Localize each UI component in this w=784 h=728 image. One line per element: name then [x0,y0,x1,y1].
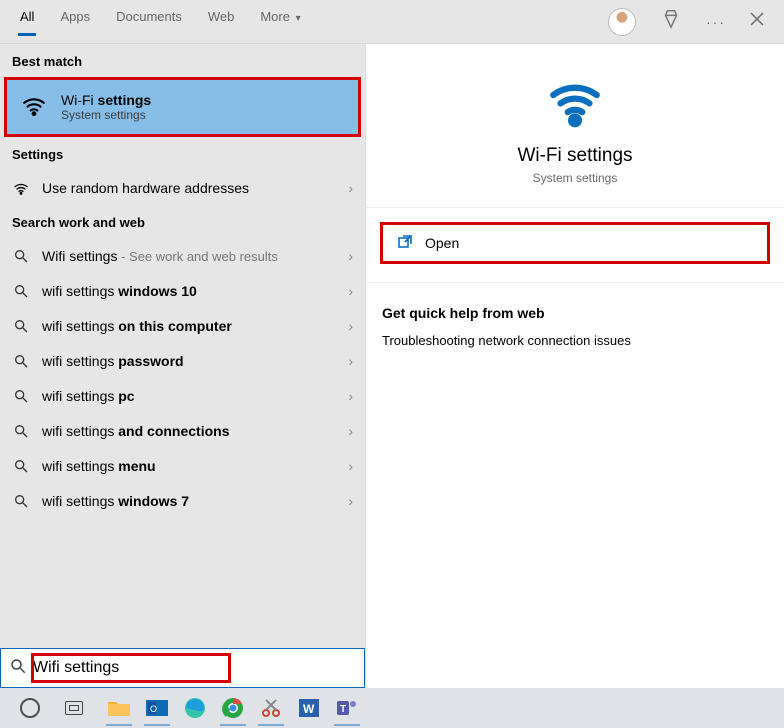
tab-web[interactable]: Web [208,9,235,34]
rewards-icon[interactable] [660,8,682,35]
search-icon [12,248,30,264]
chevron-right-icon: › [348,248,353,264]
taskbar-app-teams[interactable]: T [330,694,364,722]
taskbar-app-word[interactable]: W [292,694,326,722]
tab-more[interactable]: More ▾ [260,9,300,34]
suggestion-label: wifi settings pc [42,388,336,404]
search-icon [12,423,30,439]
cortana-icon [20,698,40,718]
search-icon [12,283,30,299]
search-suggestion[interactable]: wifi settings pc › [0,378,365,413]
taskbar-app-file-explorer[interactable] [102,694,136,722]
settings-item-label: Use random hardware addresses [42,180,336,196]
chevron-right-icon: › [348,388,353,404]
suggestion-label: wifi settings windows 10 [42,283,336,299]
svg-text:W: W [303,702,315,716]
wifi-icon [366,72,784,135]
chevron-right-icon: › [348,493,353,509]
help-section: Get quick help from web Troubleshooting … [366,282,784,366]
cortana-button[interactable] [6,688,54,728]
main-area: Best match Wi-Fi settings System setting… [0,44,784,688]
open-button[interactable]: Open [380,222,770,264]
detail-pane: Wi-Fi settings System settings Open Get … [365,44,784,688]
chevron-right-icon: › [348,458,353,474]
taskbar-app-chrome[interactable] [216,694,250,722]
search-web-header: Search work and web [0,205,365,238]
search-icon [12,353,30,369]
best-match-header: Best match [0,44,365,77]
search-icon [9,657,27,680]
task-view-icon [65,701,83,715]
search-bar[interactable] [0,648,365,688]
search-input[interactable] [27,655,246,681]
chevron-right-icon: › [348,283,353,299]
taskbar-app-snipping-tool[interactable] [254,694,288,722]
search-suggestion[interactable]: Wifi settings - See work and web results… [0,238,365,273]
tab-documents[interactable]: Documents [116,9,182,34]
open-icon [397,234,413,253]
tab-all[interactable]: All [20,9,34,34]
search-icon [12,458,30,474]
settings-item-random-mac[interactable]: Use random hardware addresses › [0,170,365,205]
suggestion-label: wifi settings menu [42,458,336,474]
best-match-result[interactable]: Wi-Fi settings System settings [4,77,361,137]
suggestion-label: Wifi settings - See work and web results [42,248,336,264]
chevron-right-icon: › [348,180,353,196]
help-link-troubleshoot[interactable]: Troubleshooting network connection issue… [366,333,784,366]
results-pane: Best match Wi-Fi settings System setting… [0,44,365,688]
search-suggestion[interactable]: wifi settings and connections › [0,413,365,448]
more-options-icon[interactable]: ··· [706,14,726,30]
account-avatar[interactable] [608,8,636,36]
wifi-icon [12,180,30,196]
help-header: Get quick help from web [366,283,784,333]
search-suggestion[interactable]: wifi settings on this computer › [0,308,365,343]
suggestion-label: wifi settings and connections [42,423,336,439]
close-button[interactable] [750,12,764,31]
top-right-controls: ··· [608,8,764,36]
scope-tabs: All Apps Documents Web More ▾ [20,9,301,34]
search-icon [12,318,30,334]
open-label: Open [425,235,459,251]
chevron-down-icon: ▾ [296,13,301,24]
search-suggestion[interactable]: wifi settings windows 7 › [0,483,365,518]
taskbar-apps: O W T [102,694,364,722]
search-icon [12,493,30,509]
wifi-icon [21,92,47,123]
top-bar: All Apps Documents Web More ▾ ··· [0,0,784,44]
search-suggestion[interactable]: wifi settings menu › [0,448,365,483]
search-icon [12,388,30,404]
taskbar-app-outlook[interactable]: O [140,694,174,722]
chevron-right-icon: › [348,318,353,334]
search-suggestion[interactable]: wifi settings windows 10 › [0,273,365,308]
task-view-button[interactable] [54,688,94,728]
chevron-right-icon: › [348,423,353,439]
detail-hero: Wi-Fi settings System settings [366,44,784,208]
suggestion-label: wifi settings on this computer [42,318,336,334]
suggestion-label: wifi settings password [42,353,336,369]
best-match-text: Wi-Fi settings System settings [61,92,151,122]
taskbar-app-edge[interactable] [178,694,212,722]
taskbar: O W T [0,688,784,728]
search-suggestion[interactable]: wifi settings password › [0,343,365,378]
svg-text:T: T [340,704,346,715]
detail-title: Wi-Fi settings [366,145,784,167]
tab-apps[interactable]: Apps [60,9,90,34]
detail-subtitle: System settings [366,171,784,185]
svg-text:O: O [150,704,157,714]
suggestion-label: wifi settings windows 7 [42,493,336,509]
settings-header: Settings [0,137,365,170]
chevron-right-icon: › [348,353,353,369]
